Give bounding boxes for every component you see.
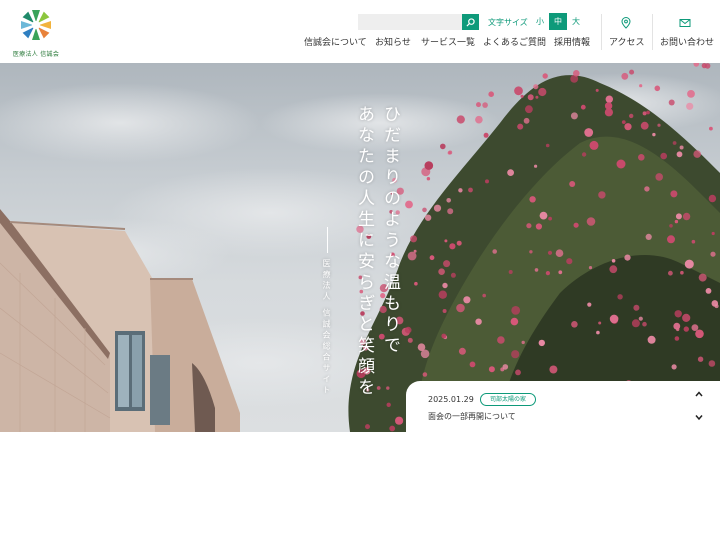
news-date: 2025.01.29 bbox=[428, 395, 474, 404]
news-title-link[interactable]: 面会の一部再開について bbox=[428, 411, 516, 422]
header-divider bbox=[601, 14, 602, 50]
sub-catch-divider bbox=[327, 227, 328, 253]
contact-link[interactable]: お問い合わせ bbox=[660, 35, 714, 48]
hero-visual: ひだまりのような温もりで あなたの人生に安らぎと笑顔を 医療法人 信誠会総合サイ… bbox=[0, 63, 720, 432]
news-ticker: 2025.01.29 司部太陽の家 面会の一部再開について bbox=[406, 381, 720, 432]
mail-icon bbox=[679, 19, 691, 27]
site-logo[interactable]: 医療法人 信誠会 bbox=[12, 5, 60, 58]
news-category-badge: 司部太陽の家 bbox=[480, 393, 537, 406]
font-size-large-button[interactable]: 大 bbox=[567, 13, 585, 30]
chevron-down-icon[interactable] bbox=[694, 412, 704, 422]
nav-services[interactable]: サービス一覧 bbox=[421, 35, 475, 48]
hero-catch-line-2: あなたの人生に安らぎと笑顔を bbox=[354, 105, 374, 399]
logo-flower-icon bbox=[21, 10, 51, 40]
nav-faq[interactable]: よくあるご質問 bbox=[483, 35, 546, 48]
access-link[interactable]: アクセス bbox=[609, 35, 645, 48]
nav-news[interactable]: お知らせ bbox=[375, 35, 411, 48]
font-size-medium-button[interactable]: 中 bbox=[549, 13, 567, 30]
search-icon bbox=[466, 17, 475, 27]
hero-catch-line-1: ひだまりのような温もりで bbox=[380, 105, 400, 357]
font-size-small-button[interactable]: 小 bbox=[531, 13, 549, 30]
header-divider bbox=[652, 14, 653, 50]
search-field[interactable] bbox=[358, 14, 462, 35]
nav-about[interactable]: 信誠会について bbox=[304, 35, 367, 48]
search-button[interactable] bbox=[462, 14, 479, 30]
map-pin-icon bbox=[621, 17, 631, 29]
nav-recruit[interactable]: 採用情報 bbox=[554, 35, 590, 48]
search-input[interactable] bbox=[358, 18, 462, 35]
logo-text: 医療法人 信誠会 bbox=[12, 51, 60, 58]
font-size-label: 文字サイズ bbox=[488, 18, 528, 27]
chevron-up-icon[interactable] bbox=[694, 389, 704, 399]
site-header: 医療法人 信誠会 文字サイズ 小 中 大 信誠会について お知らせ サービス一覧… bbox=[0, 0, 720, 63]
hero-sub-catch: 医療法人 信誠会総合サイト bbox=[322, 259, 331, 397]
